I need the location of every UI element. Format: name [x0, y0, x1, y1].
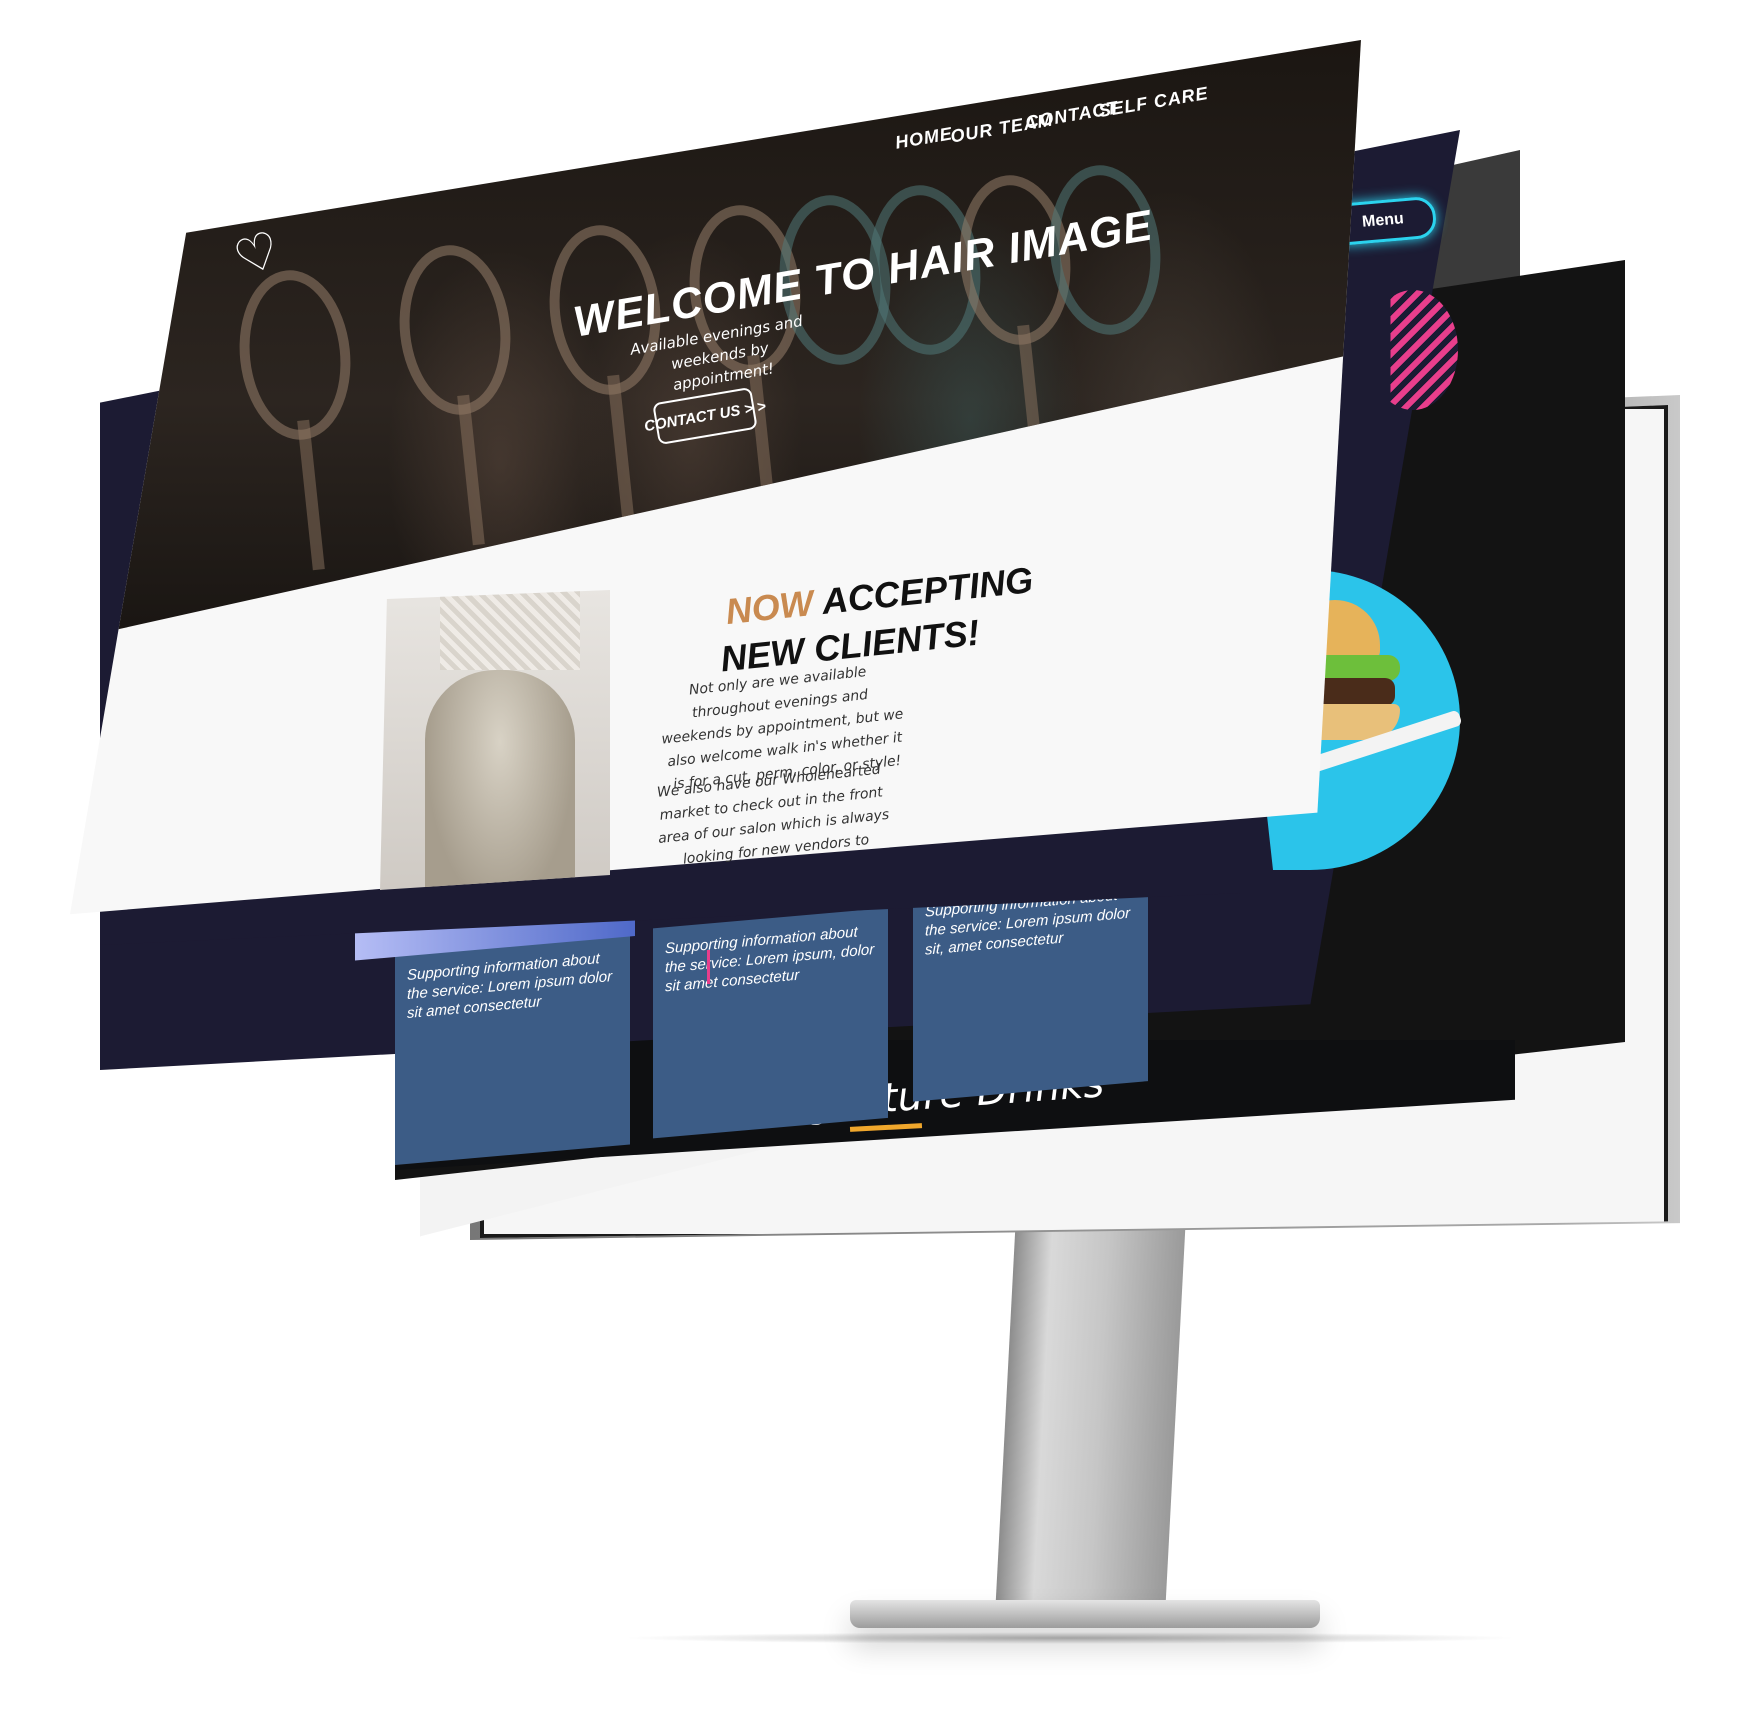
monitor-base: [850, 1600, 1320, 1628]
client-hair: [425, 670, 575, 890]
monitor-shadow: [620, 1632, 1520, 1644]
service-card[interactable]: Supporting information about the service…: [355, 902, 635, 1165]
salon-client-photo: [380, 590, 610, 890]
service-card-text: Supporting information about the service…: [665, 923, 875, 996]
service-card-text: Supporting information about the service…: [407, 950, 613, 1022]
pink-accent-line: [707, 950, 710, 984]
scissor-handle: [457, 394, 485, 546]
macrame-wall-decor: [440, 590, 580, 670]
scissor-handle: [297, 419, 325, 571]
scissor-image: [231, 264, 359, 446]
accepting-accent: NOW: [723, 582, 816, 633]
scissor-image: [391, 239, 519, 421]
service-card[interactable]: Supporting information about the service…: [653, 907, 888, 1139]
scissor-handle: [1017, 324, 1045, 476]
monitor-stand: [994, 1225, 1186, 1625]
